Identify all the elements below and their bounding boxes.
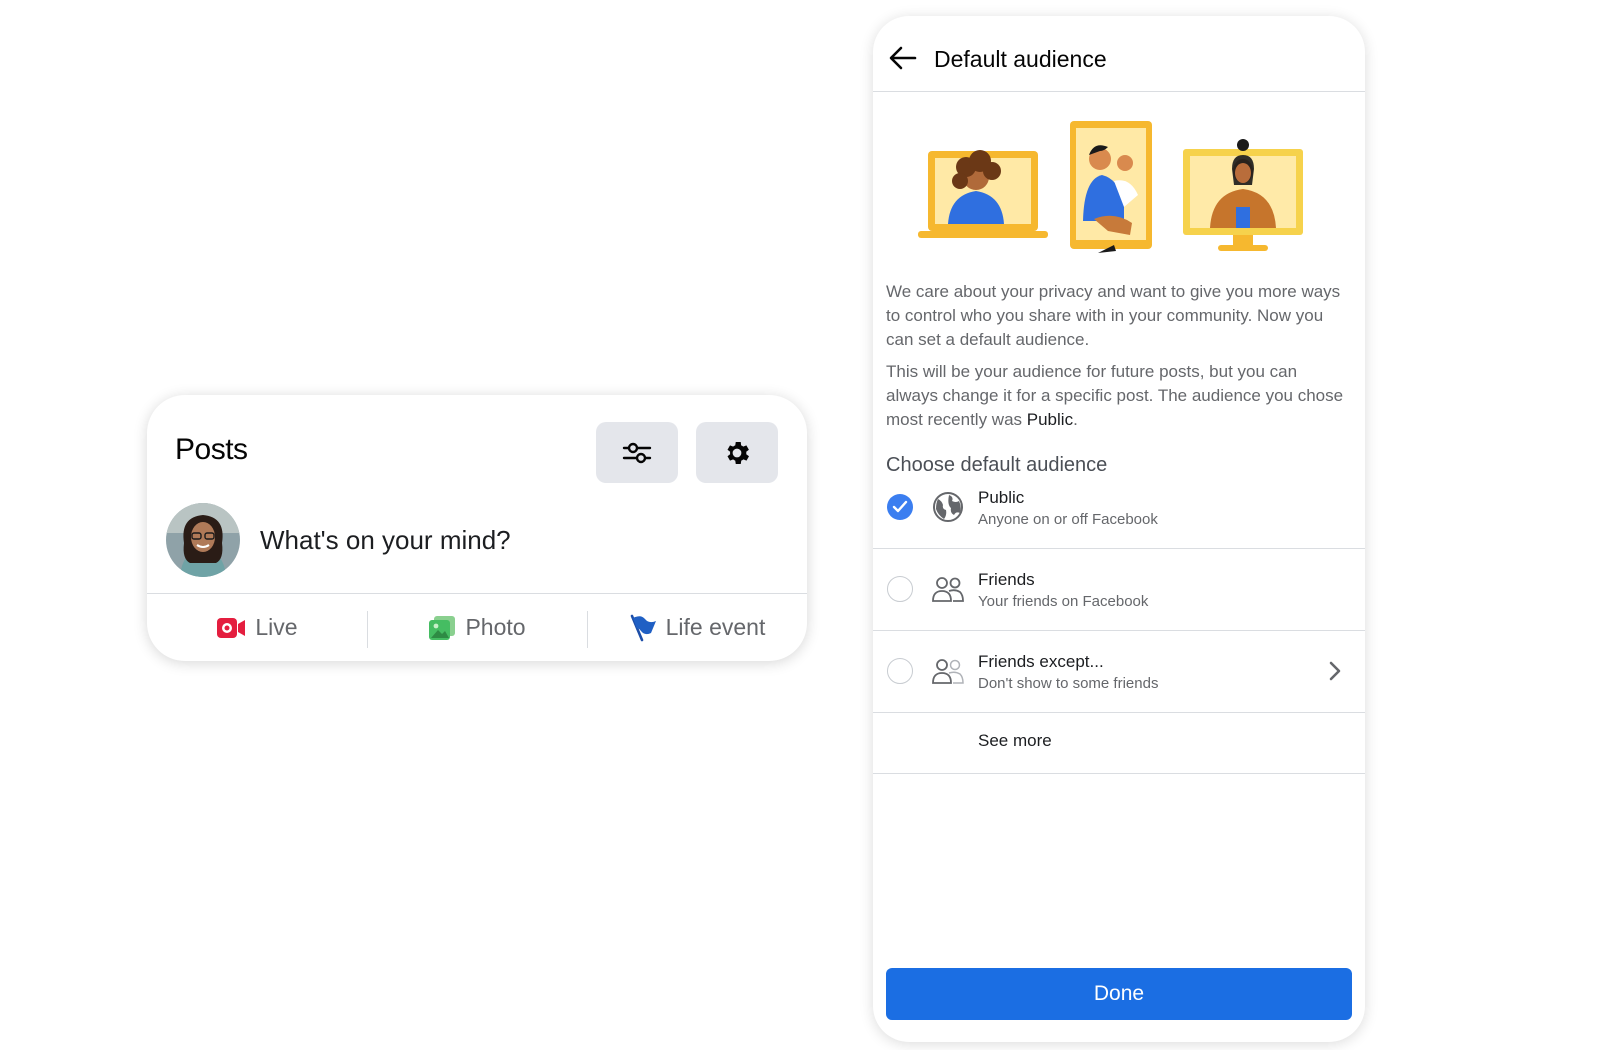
panel-title: Default audience (934, 46, 1107, 72)
back-arrow-icon (889, 46, 917, 70)
life-event-button[interactable]: Life event (587, 594, 807, 661)
back-button[interactable] (887, 42, 919, 74)
live-video-icon (217, 617, 246, 638)
radio-unselected[interactable] (887, 658, 913, 684)
friends-icon (931, 572, 965, 606)
default-audience-panel: Default audience We care about your priv… (873, 16, 1365, 1042)
audience-illustration (918, 121, 1303, 253)
friends-except-icon (931, 654, 965, 688)
life-event-label: Life event (665, 614, 766, 640)
photo-button[interactable]: Photo (367, 594, 587, 661)
description-paragraph-1: We care about your privacy and want to g… (886, 282, 1341, 349)
description-paragraph-2: This will be your audience for future po… (886, 360, 1352, 432)
live-button[interactable]: Live (147, 594, 367, 661)
posts-title: Posts (175, 433, 248, 466)
check-icon (892, 500, 908, 513)
done-button[interactable]: Done (886, 968, 1352, 1020)
posts-card: Posts What's on your mind? Live Photo Li… (147, 395, 807, 661)
see-more-button[interactable]: See more (873, 711, 1365, 774)
option-sublabel: Anyone on or off Facebook (978, 511, 1158, 528)
composer-row[interactable]: What's on your mind? (166, 503, 807, 577)
option-label: Friends except... (978, 652, 1104, 671)
option-label: Public (978, 488, 1025, 507)
composer-input[interactable]: What's on your mind? (260, 525, 511, 556)
radio-selected[interactable] (887, 494, 913, 520)
chevron-right-icon (1329, 661, 1341, 681)
option-sublabel: Your friends on Facebook (978, 593, 1149, 610)
option-friends-except[interactable]: Friends except... Don't show to some fri… (873, 630, 1365, 713)
description-text: This will be your audience for future po… (886, 362, 1344, 429)
option-label: Friends (978, 570, 1035, 589)
settings-button[interactable] (696, 422, 778, 483)
gear-icon (727, 441, 749, 464)
globe-icon (931, 490, 965, 524)
radio-unselected[interactable] (887, 576, 913, 602)
photo-icon (429, 615, 456, 640)
last-audience-value: Public (1026, 410, 1074, 429)
avatar[interactable] (166, 503, 240, 577)
filter-button[interactable] (596, 422, 678, 483)
live-label: Live (255, 614, 298, 640)
flag-icon (630, 614, 656, 641)
see-more-label: See more (978, 731, 1052, 750)
post-actions: Live Photo Life event (147, 594, 807, 661)
panel-header: Default audience (873, 16, 1365, 92)
description-suffix: . (1073, 410, 1078, 429)
option-friends[interactable]: Friends Your friends on Facebook (873, 548, 1365, 631)
option-public[interactable]: Public Anyone on or off Facebook (873, 466, 1365, 549)
photo-label: Photo (465, 614, 526, 640)
filter-sliders-icon (622, 442, 652, 463)
option-sublabel: Don't show to some friends (978, 675, 1159, 692)
